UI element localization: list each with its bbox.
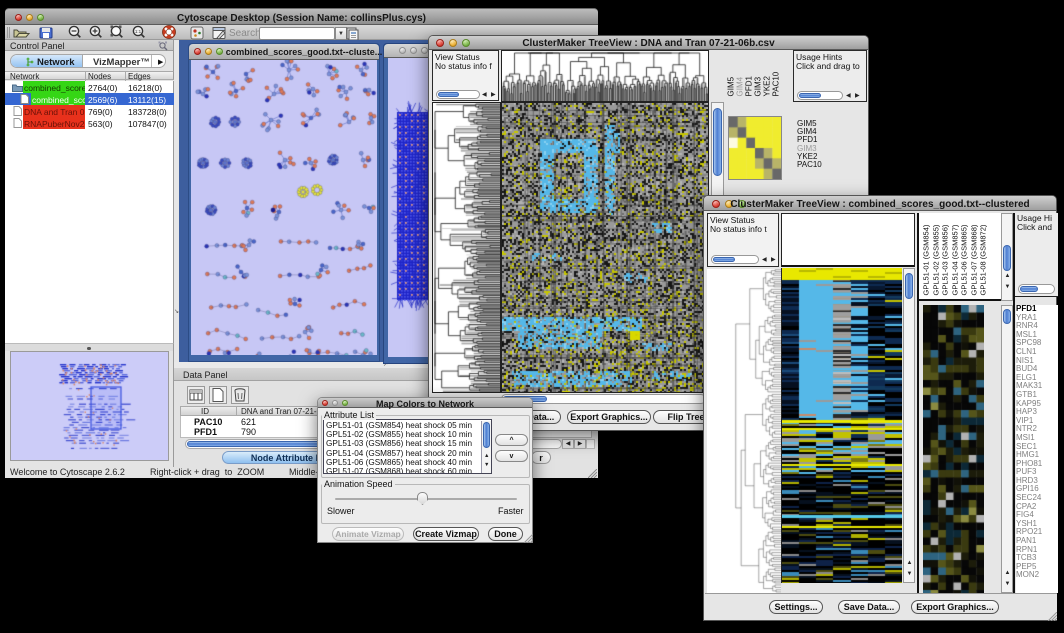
svg-text:1:1: 1:1 xyxy=(135,29,142,34)
